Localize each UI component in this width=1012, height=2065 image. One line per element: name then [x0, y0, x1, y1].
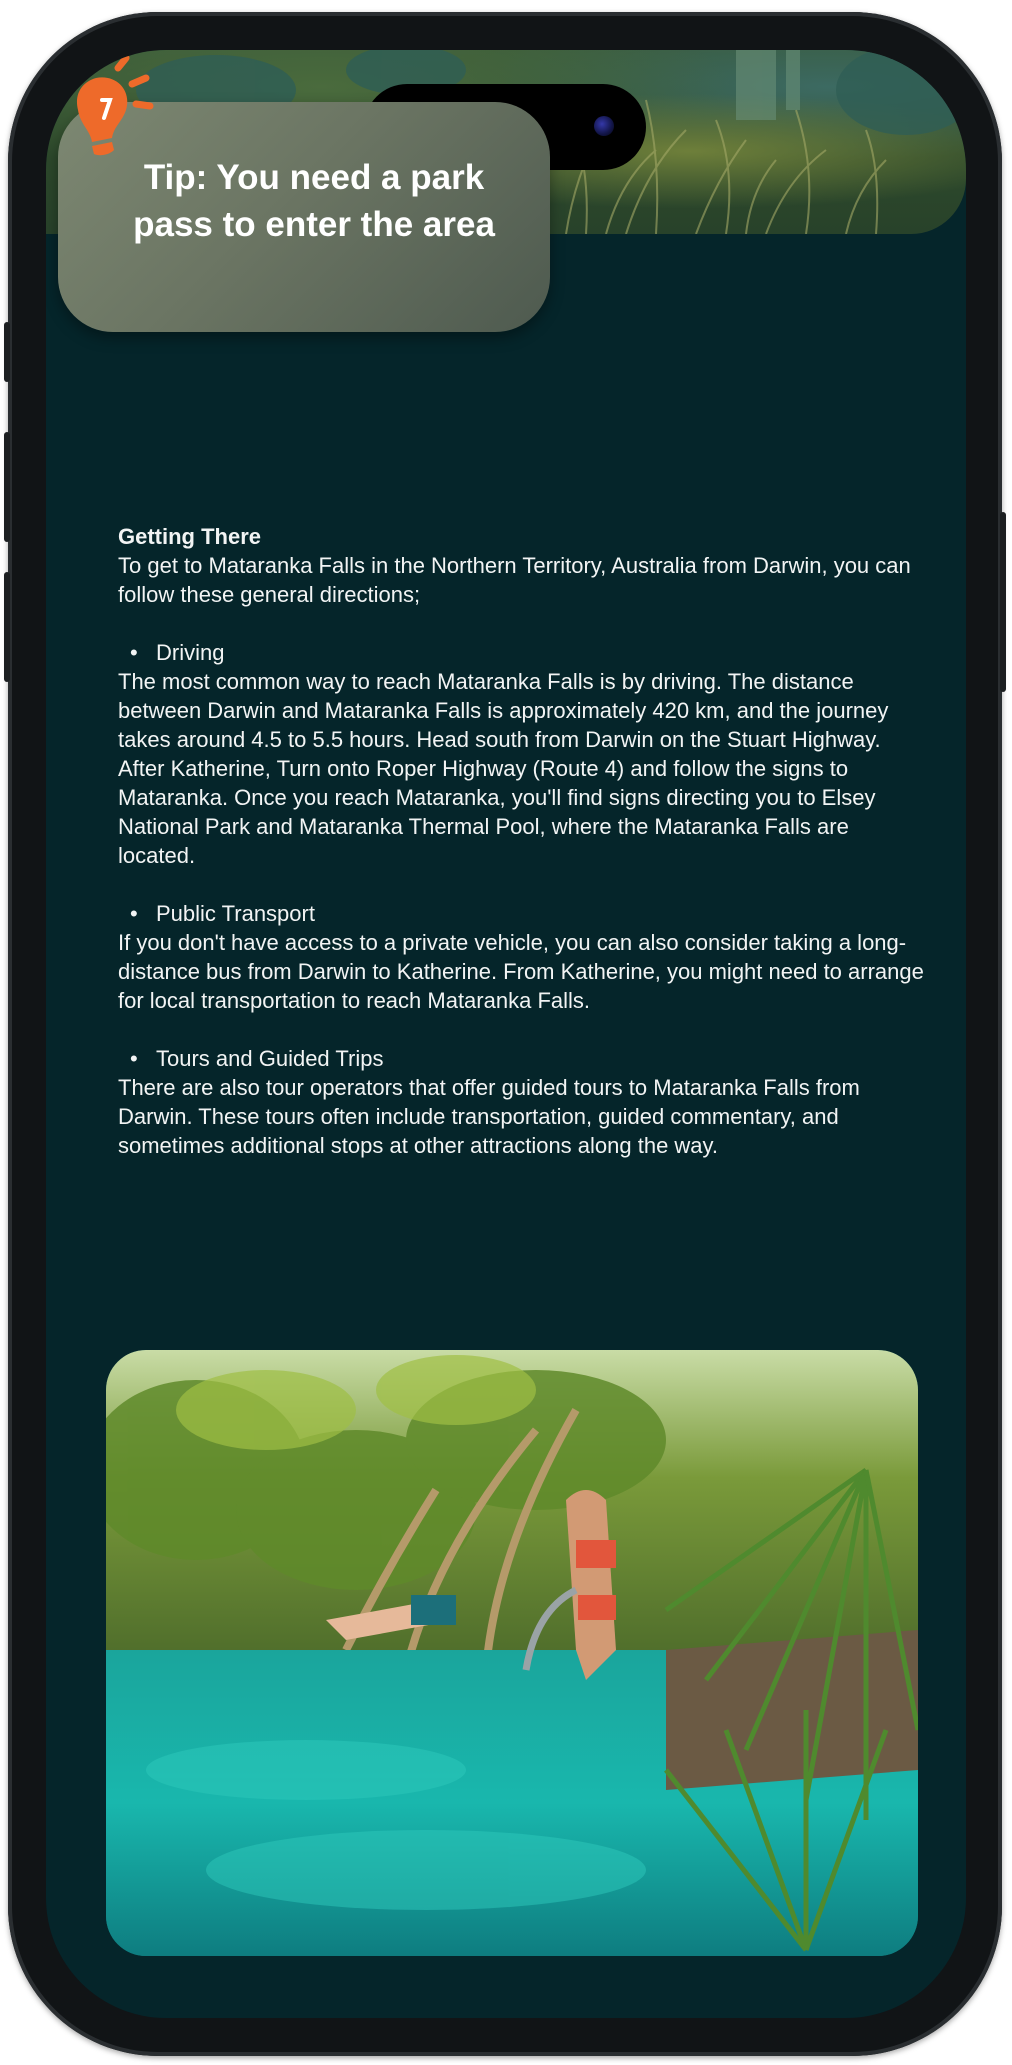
- bullet-tours: • Tours and Guided Trips: [118, 1044, 928, 1073]
- tip-line-2: pass to enter the area: [133, 205, 495, 244]
- intro-text: To get to Mataranka Falls in the Norther…: [118, 553, 911, 607]
- bullet-body: There are also tour operators that offer…: [118, 1075, 860, 1158]
- volume-down-button: [4, 572, 10, 682]
- bullet-title: Public Transport: [156, 901, 315, 926]
- bullet-dot-icon: •: [130, 1046, 138, 1071]
- bullet-driving: • Driving: [118, 638, 928, 667]
- screen: Tip: You need a park pass to enter the a…: [46, 50, 966, 2018]
- section-heading: Getting There: [118, 524, 262, 549]
- bullet-title: Tours and Guided Trips: [156, 1046, 384, 1071]
- bullet-dot-icon: •: [130, 640, 138, 665]
- bullet-body: The most common way to reach Mataranka F…: [118, 669, 889, 868]
- bullet-body: If you don't have access to a private ve…: [118, 930, 924, 1013]
- bullet-dot-icon: •: [130, 901, 138, 926]
- power-button: [1000, 512, 1006, 692]
- bullet-title: Driving: [156, 640, 225, 665]
- bullet-public-transport: • Public Transport: [118, 899, 928, 928]
- phone-frame: Tip: You need a park pass to enter the a…: [4, 12, 1006, 2056]
- volume-up-button: [4, 432, 10, 542]
- tip-line-1: Tip: You need a park: [143, 158, 485, 197]
- lightbulb-icon: [76, 56, 154, 156]
- pool-scene: [106, 1350, 918, 1956]
- action-button: [4, 322, 10, 382]
- getting-there-section: Getting There To get to Mataranka Falls …: [118, 522, 928, 1160]
- thermal-pool-photo: [106, 1350, 918, 1956]
- front-camera: [594, 116, 614, 136]
- tip-text: Tip: You need a park pass to enter the a…: [104, 154, 524, 248]
